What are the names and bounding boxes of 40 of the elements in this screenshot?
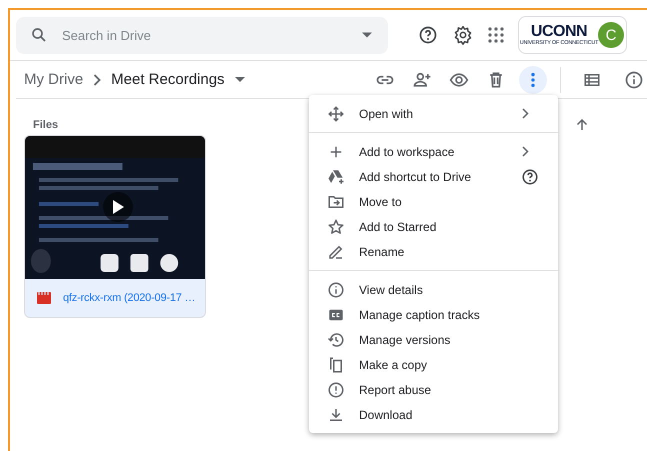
- chevron-icon: [93, 74, 102, 86]
- search-input[interactable]: Search in Drive: [60, 26, 350, 44]
- file-card[interactable]: qfz-rckx-rxm (2020-09-17 …: [24, 135, 206, 318]
- search-icon: [30, 26, 48, 44]
- history-icon: [327, 330, 345, 348]
- star-icon: [327, 218, 345, 236]
- breadcrumb[interactable]: My Drive: [24, 71, 84, 88]
- search-field[interactable]: Search in Drive: [16, 16, 388, 54]
- menu-item[interactable]: Move to: [309, 189, 558, 214]
- menu-item[interactable]: Add shortcut to Drive: [309, 164, 558, 189]
- breadcrumb[interactable]: Meet Recordings: [111, 71, 225, 88]
- more-icon[interactable]: [519, 66, 547, 94]
- menu-item[interactable]: Open with: [309, 101, 558, 126]
- menu-item[interactable]: Report abuse: [309, 377, 558, 402]
- play-icon[interactable]: [103, 192, 133, 222]
- drive-add-icon: [327, 168, 345, 186]
- menu-item[interactable]: Manage versions: [309, 327, 558, 352]
- help-icon[interactable]: [521, 168, 539, 186]
- menu-item[interactable]: Make a copy: [309, 352, 558, 377]
- help-icon[interactable]: [418, 25, 438, 45]
- video-file-icon: [37, 292, 51, 304]
- menu-item[interactable]: View details: [309, 277, 558, 302]
- sort-arrow-icon[interactable]: [576, 119, 588, 131]
- info-icon: [327, 280, 345, 298]
- copy-icon: [327, 356, 345, 374]
- menu-item[interactable]: Add to Starred: [309, 214, 558, 239]
- menu-item[interactable]: Manage caption tracks: [309, 302, 558, 327]
- info-icon[interactable]: [624, 70, 644, 90]
- move-arrows-icon: [327, 104, 345, 122]
- apps-grid-icon[interactable]: [488, 27, 504, 43]
- dropdown-icon[interactable]: [234, 77, 245, 82]
- settings-icon[interactable]: [453, 25, 473, 45]
- alert-icon: [327, 380, 345, 398]
- dropdown-icon[interactable]: [362, 32, 372, 38]
- menu-item[interactable]: Download: [309, 402, 558, 427]
- org-logo-name: UCONN: [530, 24, 588, 40]
- section-label: Files: [33, 119, 58, 131]
- menu-item[interactable]: Rename: [309, 239, 558, 264]
- menu-item[interactable]: Add to workspace: [309, 139, 558, 164]
- file-name: qfz-rckx-rxm (2020-09-17 …: [63, 292, 196, 304]
